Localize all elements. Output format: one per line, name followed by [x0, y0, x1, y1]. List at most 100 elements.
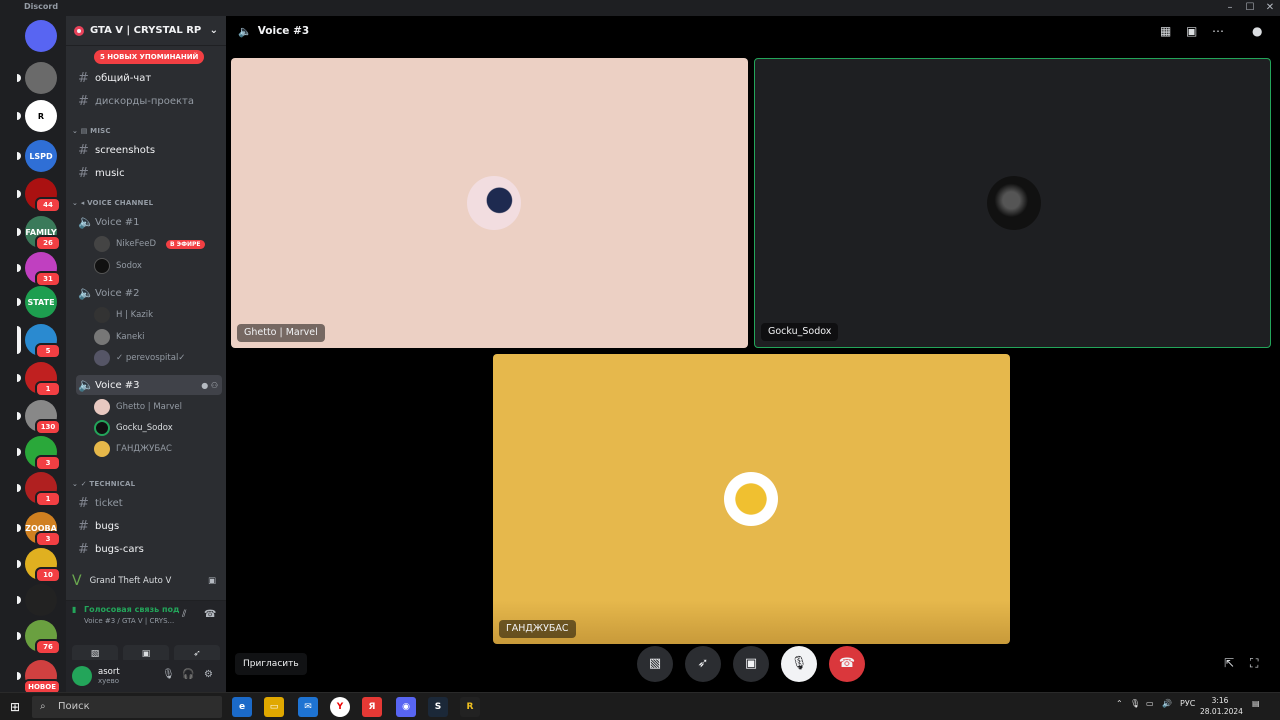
avatar: [94, 441, 110, 457]
microphone-icon[interactable]: 🎙: [162, 669, 175, 680]
server-button[interactable]: 1: [25, 362, 61, 397]
voice-user[interactable]: Ghetto | Marvel: [94, 397, 182, 417]
popout-icon[interactable]: ▣: [1186, 24, 1197, 38]
microphone-icon[interactable]: 🎙: [1130, 699, 1140, 708]
voice-channel-3[interactable]: 🔈 Voice #3 ● ⚇: [76, 375, 222, 395]
file-explorer-icon[interactable]: ▭: [264, 697, 284, 717]
server-button[interactable]: R: [25, 100, 57, 132]
server-button[interactable]: 130: [25, 400, 61, 435]
yandex-browser-icon[interactable]: Y: [330, 697, 350, 717]
server-button[interactable]: 5: [25, 324, 61, 359]
close-icon[interactable]: ✕: [1260, 0, 1280, 16]
unread-indicator: [17, 448, 21, 456]
chevron-up-icon[interactable]: ⌃: [1116, 699, 1123, 708]
taskbar-clock[interactable]: 3:16 28.01.2024: [1200, 695, 1243, 717]
server-button[interactable]: 3: [25, 436, 61, 471]
channel-ticket[interactable]: # ticket: [76, 493, 222, 513]
disconnect-icon[interactable]: ☎: [204, 609, 216, 620]
share-screen-button[interactable]: ▣: [733, 646, 769, 682]
category-misc[interactable]: ⌄ ▤ MISC: [72, 127, 111, 135]
voice-location[interactable]: Voice #3 / GTA V | CRYS...: [84, 617, 174, 625]
activity-panel[interactable]: V Grand Theft Auto V ▣: [66, 569, 226, 593]
signal-icon[interactable]: ▮: [72, 605, 76, 614]
channel-general-chat[interactable]: # общий-чат: [76, 68, 222, 88]
voice-user[interactable]: Kaneki: [94, 327, 145, 347]
voice-channel-1[interactable]: 🔈 Voice #1: [76, 212, 222, 232]
category-voice-channel[interactable]: ⌄ ◂ VOICE CHANNEL: [72, 199, 153, 207]
invite-button[interactable]: Пригласить: [235, 653, 307, 675]
minimize-icon[interactable]: –: [1220, 0, 1240, 16]
channel-screenshots[interactable]: # screenshots: [76, 140, 222, 160]
server-button[interactable]: STATE: [25, 286, 57, 318]
server-button[interactable]: LSPD: [25, 140, 57, 172]
channel-discords-project[interactable]: # дискорды-проекта: [76, 91, 222, 111]
voice-user[interactable]: Gocku_Sodox: [94, 418, 173, 438]
avatar: [94, 350, 110, 366]
network-icon[interactable]: ▭: [1146, 699, 1154, 708]
server-button[interactable]: FAMILY 26: [25, 216, 61, 251]
server-button[interactable]: 44: [25, 178, 61, 213]
unread-indicator: [17, 228, 21, 236]
disconnect-button[interactable]: ☎: [829, 646, 865, 682]
volume-icon[interactable]: 🔊: [1162, 699, 1172, 708]
headphones-icon[interactable]: 🎧: [182, 669, 194, 680]
chat-bubble-icon[interactable]: ●: [1252, 24, 1262, 38]
chat-icon[interactable]: ● ⚇: [201, 381, 218, 390]
edge-icon[interactable]: e: [232, 697, 252, 717]
voice-user[interactable]: Sodox: [94, 256, 142, 276]
speaker-icon: 🔈: [238, 24, 252, 38]
video-tile-ghetto-marvel[interactable]: Ghetto | Marvel: [231, 58, 748, 348]
more-icon[interactable]: ⋯: [1212, 24, 1224, 38]
screen-share-icon[interactable]: ▣: [208, 576, 216, 586]
video-tile-gandzhubas[interactable]: ГАНДЖУБАС: [493, 354, 1010, 644]
voice-status[interactable]: Голосовая связь под: [84, 605, 180, 614]
server-button[interactable]: 1: [25, 472, 61, 507]
new-mentions-pill[interactable]: 5 НОВЫХ УПОМИНАНИЙ: [94, 50, 205, 64]
unread-badge: 10: [35, 567, 61, 583]
server-button[interactable]: 31: [25, 252, 61, 287]
server-button[interactable]: ZOOBA 3: [25, 512, 61, 547]
yandex-icon[interactable]: Я: [362, 697, 382, 717]
voice-user[interactable]: H | Kazik: [94, 305, 153, 325]
gear-icon[interactable]: ⚙: [204, 669, 213, 680]
video-tile-gocku-sodox[interactable]: Gocku_Sodox: [754, 58, 1271, 348]
grid-layout-icon[interactable]: ▦: [1160, 24, 1171, 38]
server-button[interactable]: [25, 584, 57, 616]
notifications-icon[interactable]: ▤: [1252, 699, 1260, 708]
voice-channel-2[interactable]: 🔈 Voice #2: [76, 283, 222, 303]
voice-user[interactable]: NikeFeeD В ЭФИРЕ: [94, 234, 205, 254]
discord-taskbar-icon[interactable]: ◉: [396, 697, 416, 717]
channel-title: Voice #3: [257, 25, 310, 37]
channel-bugs-cars[interactable]: # bugs-cars: [76, 539, 222, 559]
channel-bugs[interactable]: # bugs: [76, 516, 222, 536]
steam-icon[interactable]: S: [428, 697, 448, 717]
server-icon: [25, 584, 57, 616]
taskbar-search[interactable]: ⌕ Поиск: [32, 696, 222, 718]
channel-music[interactable]: # music: [76, 163, 222, 183]
server-button[interactable]: НОВОЕ: [23, 660, 61, 695]
server-button[interactable]: 76: [25, 620, 61, 655]
server-button[interactable]: [25, 62, 57, 94]
discord-home-button[interactable]: [25, 20, 57, 52]
rockstar-icon[interactable]: R: [460, 697, 480, 717]
server-icon: [25, 62, 57, 94]
avatar[interactable]: [72, 666, 92, 686]
category-technical[interactable]: ⌄ ✓ TECHNICAL: [72, 480, 135, 488]
microphone-button[interactable]: 🎙: [781, 646, 817, 682]
noise-suppression-icon[interactable]: ⫽: [182, 609, 186, 620]
popout-icon[interactable]: ⇱: [1224, 656, 1234, 670]
maximize-icon[interactable]: ☐: [1240, 0, 1260, 16]
voice-user[interactable]: ГАНДЖУБАС: [94, 439, 172, 459]
server-button[interactable]: 10: [25, 548, 61, 583]
voice-user[interactable]: ✓ perevospital✓: [94, 348, 185, 368]
activity-button[interactable]: ➶: [685, 646, 721, 682]
language-indicator[interactable]: РУС: [1180, 699, 1195, 708]
camera-toggle-button[interactable]: ▧: [637, 646, 673, 682]
server-icon: STATE: [25, 286, 57, 318]
channel-label: дискорды-проекта: [95, 95, 194, 107]
windows-start-icon[interactable]: ⊞: [10, 700, 20, 714]
mail-icon[interactable]: ✉: [298, 697, 318, 717]
server-header[interactable]: GTA V | CRYSTAL RP ⌄: [66, 16, 226, 46]
chevron-down-icon[interactable]: ⌄: [210, 25, 218, 36]
fullscreen-icon[interactable]: ⛶: [1250, 656, 1258, 671]
